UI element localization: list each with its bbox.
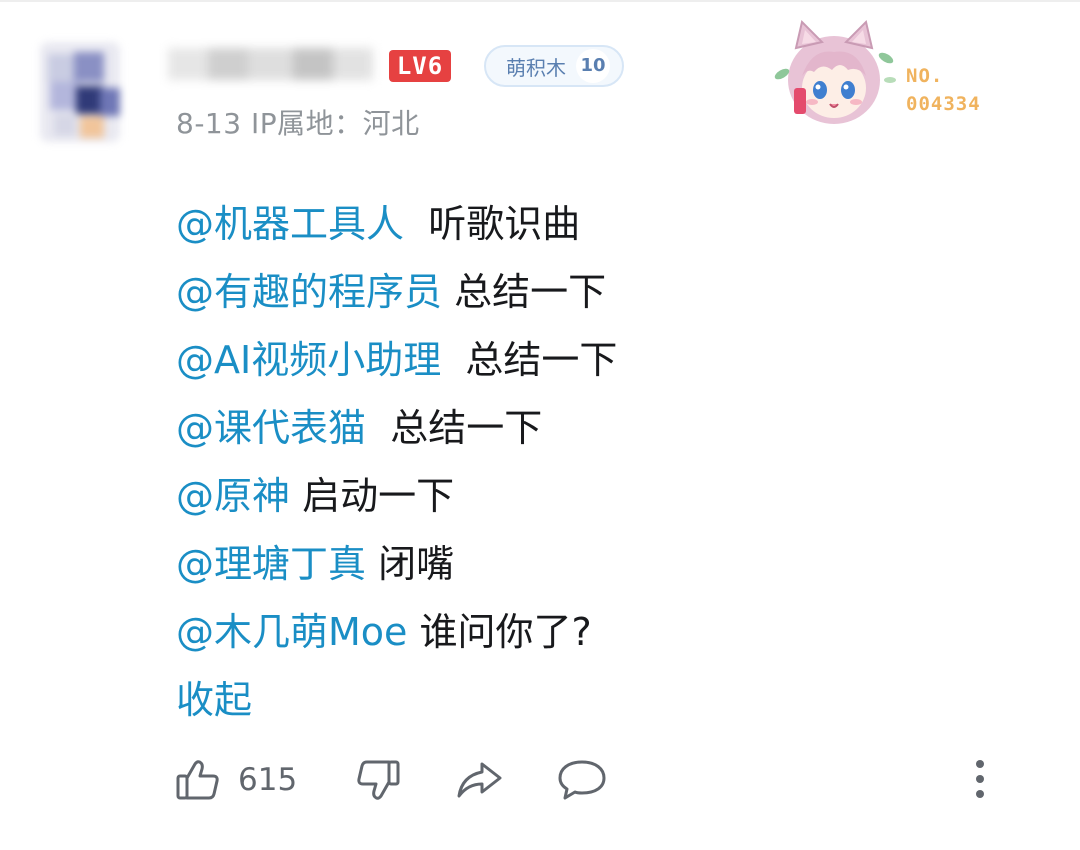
comment-line: @课代表猫 总结一下 <box>176 394 617 462</box>
comment-meta: 8-13 IP属地：河北 <box>176 107 420 140</box>
fan-medal-name: 萌积木 <box>506 55 566 80</box>
thumbs-up-icon[interactable] <box>174 756 222 808</box>
comment-line: @有趣的程序员 总结一下 <box>176 258 617 326</box>
mention-link[interactable]: @有趣的程序员 <box>176 270 442 314</box>
share-icon[interactable] <box>454 756 504 808</box>
fan-medal-badge[interactable]: 萌积木 10 <box>484 45 624 87</box>
comment-line: @原神 启动一下 <box>176 462 617 530</box>
comment-decoration-card[interactable]: NO. 004334 <box>772 18 1012 128</box>
comment-text: 谁问你了? <box>419 610 592 654</box>
mention-link[interactable]: @AI视频小助理 <box>176 338 441 382</box>
comment-text: 启动一下 <box>302 474 455 518</box>
comment-text: 总结一下 <box>465 338 618 382</box>
user-level-badge: LV6 <box>389 50 451 82</box>
comment-text: 总结一下 <box>454 270 607 314</box>
mention-link[interactable]: @理塘丁真 <box>176 542 366 586</box>
username[interactable] <box>168 42 373 88</box>
thumbs-down-icon[interactable] <box>354 756 402 808</box>
comment-line: @AI视频小助理 总结一下 <box>176 326 617 394</box>
comment-text: 听歌识曲 <box>428 202 581 246</box>
fan-medal-level: 10 <box>576 49 610 83</box>
comment-action-bar: 615 <box>174 752 1014 812</box>
collapse-button[interactable]: 收起 <box>176 666 617 734</box>
mention-link[interactable]: @原神 <box>176 474 290 518</box>
top-divider <box>0 0 1080 2</box>
decoration-number-label: NO. <box>906 65 944 87</box>
anime-girl-icon <box>774 20 896 124</box>
more-vertical-icon[interactable] <box>970 754 990 806</box>
mention-link[interactable]: @机器工具人 <box>176 202 404 246</box>
avatar[interactable] <box>40 42 120 142</box>
mention-link[interactable]: @课代表猫 <box>176 406 366 450</box>
like-count: 615 <box>238 762 298 798</box>
comment-body: @机器工具人 听歌识曲 @有趣的程序员 总结一下 @AI视频小助理 总结一下 @… <box>176 190 617 734</box>
comment-icon[interactable] <box>556 756 608 808</box>
comment-text: 闭嘴 <box>378 542 455 586</box>
comment-line: @机器工具人 听歌识曲 <box>176 190 617 258</box>
decoration-number-value: 004334 <box>906 93 981 115</box>
comment-line: @理塘丁真 闭嘴 <box>176 530 617 598</box>
mention-link[interactable]: @木几萌Moe <box>176 610 407 654</box>
decoration-number: NO. 004334 <box>906 62 981 118</box>
comment-line: @木几萌Moe 谁问你了? <box>176 598 617 666</box>
comment-text: 总结一下 <box>390 406 543 450</box>
